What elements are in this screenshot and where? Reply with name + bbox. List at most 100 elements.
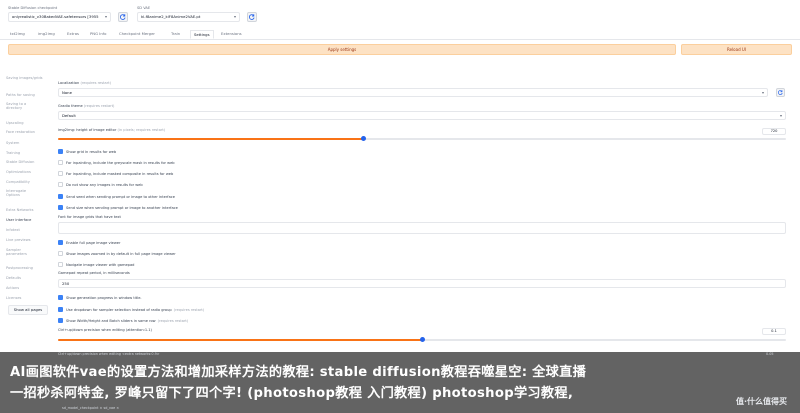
checkbox-box[interactable] <box>58 149 63 154</box>
caption-line-2: 一招秒杀阿特金, 罗峰只留下了四个字! (photoshop教程 入门教程) p… <box>10 386 574 401</box>
vae-select[interactable]: kl-f8anime2_klF8Anime2VAE.pt ▾ <box>137 12 240 22</box>
sidebar-item-system[interactable]: System <box>6 141 19 145</box>
vae-value: kl-f8anime2_klF8Anime2VAE.pt <box>141 14 201 19</box>
checkbox-label: Show Width/Height and Batch sliders in s… <box>66 318 156 323</box>
checkbox-box[interactable] <box>58 205 63 210</box>
refresh-localization-button[interactable] <box>776 88 785 97</box>
gamepad-value: 250 <box>62 281 70 286</box>
checkbox-label: Send seed when sending prompt or image t… <box>66 194 175 199</box>
sidebar-item-compatibility[interactable]: Compatibility <box>6 180 30 184</box>
checkbox-box[interactable] <box>58 295 63 300</box>
sidebar-item-face-restoration[interactable]: Face restoration <box>6 130 35 134</box>
checkbox-box[interactable] <box>58 182 63 187</box>
checkbox-box[interactable] <box>58 307 63 312</box>
tab-png-info[interactable]: PNG Info <box>90 31 106 36</box>
checkbox-zoomed-default[interactable]: Show images zoomed in by default in full… <box>58 250 176 257</box>
sidebar-item-upscaling[interactable]: Upscaling <box>6 121 24 125</box>
ctrl-up2-label: Ctrl+up/down precision when editing <ext… <box>58 352 160 356</box>
tab-checkpoint-merger[interactable]: Checkpoint Merger <box>119 31 155 36</box>
img2img-height-number[interactable]: 720 <box>762 128 786 135</box>
sidebar-item-paths[interactable]: Paths for saving <box>6 93 35 97</box>
checkbox-full-page-viewer[interactable]: Enable full page image viewer <box>58 239 120 246</box>
ctrl-up-slider[interactable] <box>58 337 786 342</box>
sidebar-item-licenses[interactable]: Licenses <box>6 296 21 300</box>
sidebar-item-optimizations[interactable]: Optimizations <box>6 170 31 174</box>
checkbox-inpaint-composite[interactable]: For inpainting, include masked composite… <box>58 170 173 177</box>
tab-extras[interactable]: Extras <box>67 31 79 36</box>
sidebar-item-defaults[interactable]: Defaults <box>6 276 21 280</box>
slider-handle[interactable] <box>361 136 367 141</box>
sidebar-item-infotext[interactable]: Infotext <box>6 228 20 232</box>
tab-img2img[interactable]: img2img <box>38 31 55 36</box>
sidebar-item-postprocessing[interactable]: Postprocessing <box>6 266 33 270</box>
checkbox-send-size[interactable]: Send size when sending prompt or image t… <box>58 204 178 211</box>
sidebar-item-live-previews[interactable]: Live previews <box>6 238 31 242</box>
checkbox-progress-title[interactable]: Show generation progress in window title… <box>58 294 142 301</box>
gamepad-label: Gamepad repeat period, in milliseconds <box>58 271 130 275</box>
checkbox-box[interactable] <box>58 262 63 267</box>
chevron-down-icon: ▾ <box>104 14 107 19</box>
top-bar: Stable Diffusion checkpoint onlyrealisti… <box>0 0 800 30</box>
sidebar-item-interrogate[interactable]: Interrogate Options <box>6 189 36 197</box>
caption-line-1: AI画图软件vae的设置方法和增加采样方法的教程: stable diffusi… <box>10 365 587 380</box>
checkbox-label: Navigate image viewer with gamepad <box>66 262 135 267</box>
refresh-icon <box>778 90 783 95</box>
checkbox-label: Show grid in results for web <box>66 149 117 154</box>
checkbox-note: (requires restart) <box>157 318 189 323</box>
refresh-vae-button[interactable] <box>247 12 257 22</box>
slider-handle[interactable] <box>419 337 425 342</box>
img2img-height-label: img2img: height of image editor (in pixe… <box>58 128 166 132</box>
checkbox-box[interactable] <box>58 194 63 199</box>
refresh-icon <box>249 14 255 20</box>
sidebar-item-stable-diffusion[interactable]: Stable Diffusion <box>6 160 34 164</box>
sidebar-item-extra-networks[interactable]: Extra Networks <box>6 208 34 212</box>
slider-fill <box>58 138 364 140</box>
checkbox-label: Show generation progress in window title… <box>66 295 142 300</box>
caption-overlay: Ctrl+up/down precision when editing <ext… <box>0 352 800 413</box>
chevron-down-icon: ▾ <box>233 14 236 19</box>
checkbox-box[interactable] <box>58 171 63 176</box>
sidebar-item-user-interface[interactable]: User interface <box>6 218 31 222</box>
checkbox-inpaint-mask[interactable]: For inpainting, include the greyscale ma… <box>58 159 175 166</box>
checkbox-label: Show images zoomed in by default in full… <box>66 251 176 256</box>
tab-train[interactable]: Train <box>171 31 180 36</box>
checkpoint-select[interactable]: onlyrealistic_v30BakedVAE.safetensors [3… <box>8 12 111 22</box>
checkbox-box[interactable] <box>58 251 63 256</box>
checkbox-hide-images[interactable]: Do not show any images in results for we… <box>58 181 143 188</box>
checkbox-label: Use dropdown for sampler selection inste… <box>66 307 172 312</box>
localization-select[interactable]: None ▾ <box>58 88 768 97</box>
sidebar-item-saving-dir[interactable]: Saving to a directory <box>6 102 36 110</box>
tab-settings[interactable]: Settings <box>190 30 214 39</box>
sidebar-item-actions[interactable]: Actions <box>6 286 19 290</box>
checkbox-gamepad-nav[interactable]: Navigate image viewer with gamepad <box>58 261 134 268</box>
checkbox-label: Enable full page image viewer <box>66 240 121 245</box>
gamepad-input[interactable]: 250 <box>58 279 786 288</box>
checkbox-box[interactable] <box>58 160 63 165</box>
gradio-theme-value: Default <box>62 113 76 118</box>
checkbox-box[interactable] <box>58 240 63 245</box>
checkbox-show-grid[interactable]: Show grid in results for web <box>58 148 116 155</box>
checkbox-send-seed[interactable]: Send seed when sending prompt or image t… <box>58 193 175 200</box>
tab-txt2img[interactable]: txt2img <box>10 31 25 36</box>
checkbox-box[interactable] <box>58 318 63 323</box>
sidebar-item-training[interactable]: Training <box>6 151 20 155</box>
checkbox-sampler-dropdown[interactable]: Use dropdown for sampler selection inste… <box>58 306 204 313</box>
font-label: Font for image grids that have text <box>58 215 121 219</box>
checkbox-same-row-sliders[interactable]: Show Width/Height and Batch sliders in s… <box>58 317 188 324</box>
gradio-theme-select[interactable]: Default ▾ <box>58 111 786 120</box>
sidebar-item-sampler-parameters[interactable]: Sampler parameters <box>6 248 38 256</box>
ctrl-up2-value: 0.05 <box>766 352 774 356</box>
font-input[interactable] <box>58 222 786 234</box>
show-all-pages-button[interactable]: Show all pages <box>8 305 48 315</box>
tab-extensions[interactable]: Extensions <box>221 31 242 36</box>
sidebar-item-saving-images[interactable]: Saving images/grids <box>6 76 44 80</box>
refresh-checkpoint-button[interactable] <box>118 12 128 22</box>
reload-ui-button[interactable]: Reload UI <box>681 44 792 55</box>
checkbox-note: (requires restart) <box>173 307 205 312</box>
checkbox-label: Send size when sending prompt or image t… <box>66 205 178 210</box>
apply-settings-button[interactable]: Apply settings <box>8 44 676 55</box>
ctrl-up-number[interactable]: 0.1 <box>762 328 786 335</box>
chevron-down-icon: ▾ <box>779 113 782 118</box>
watermark-logo: 值·什么值得买 <box>736 397 788 406</box>
img2img-height-slider[interactable] <box>58 136 786 141</box>
